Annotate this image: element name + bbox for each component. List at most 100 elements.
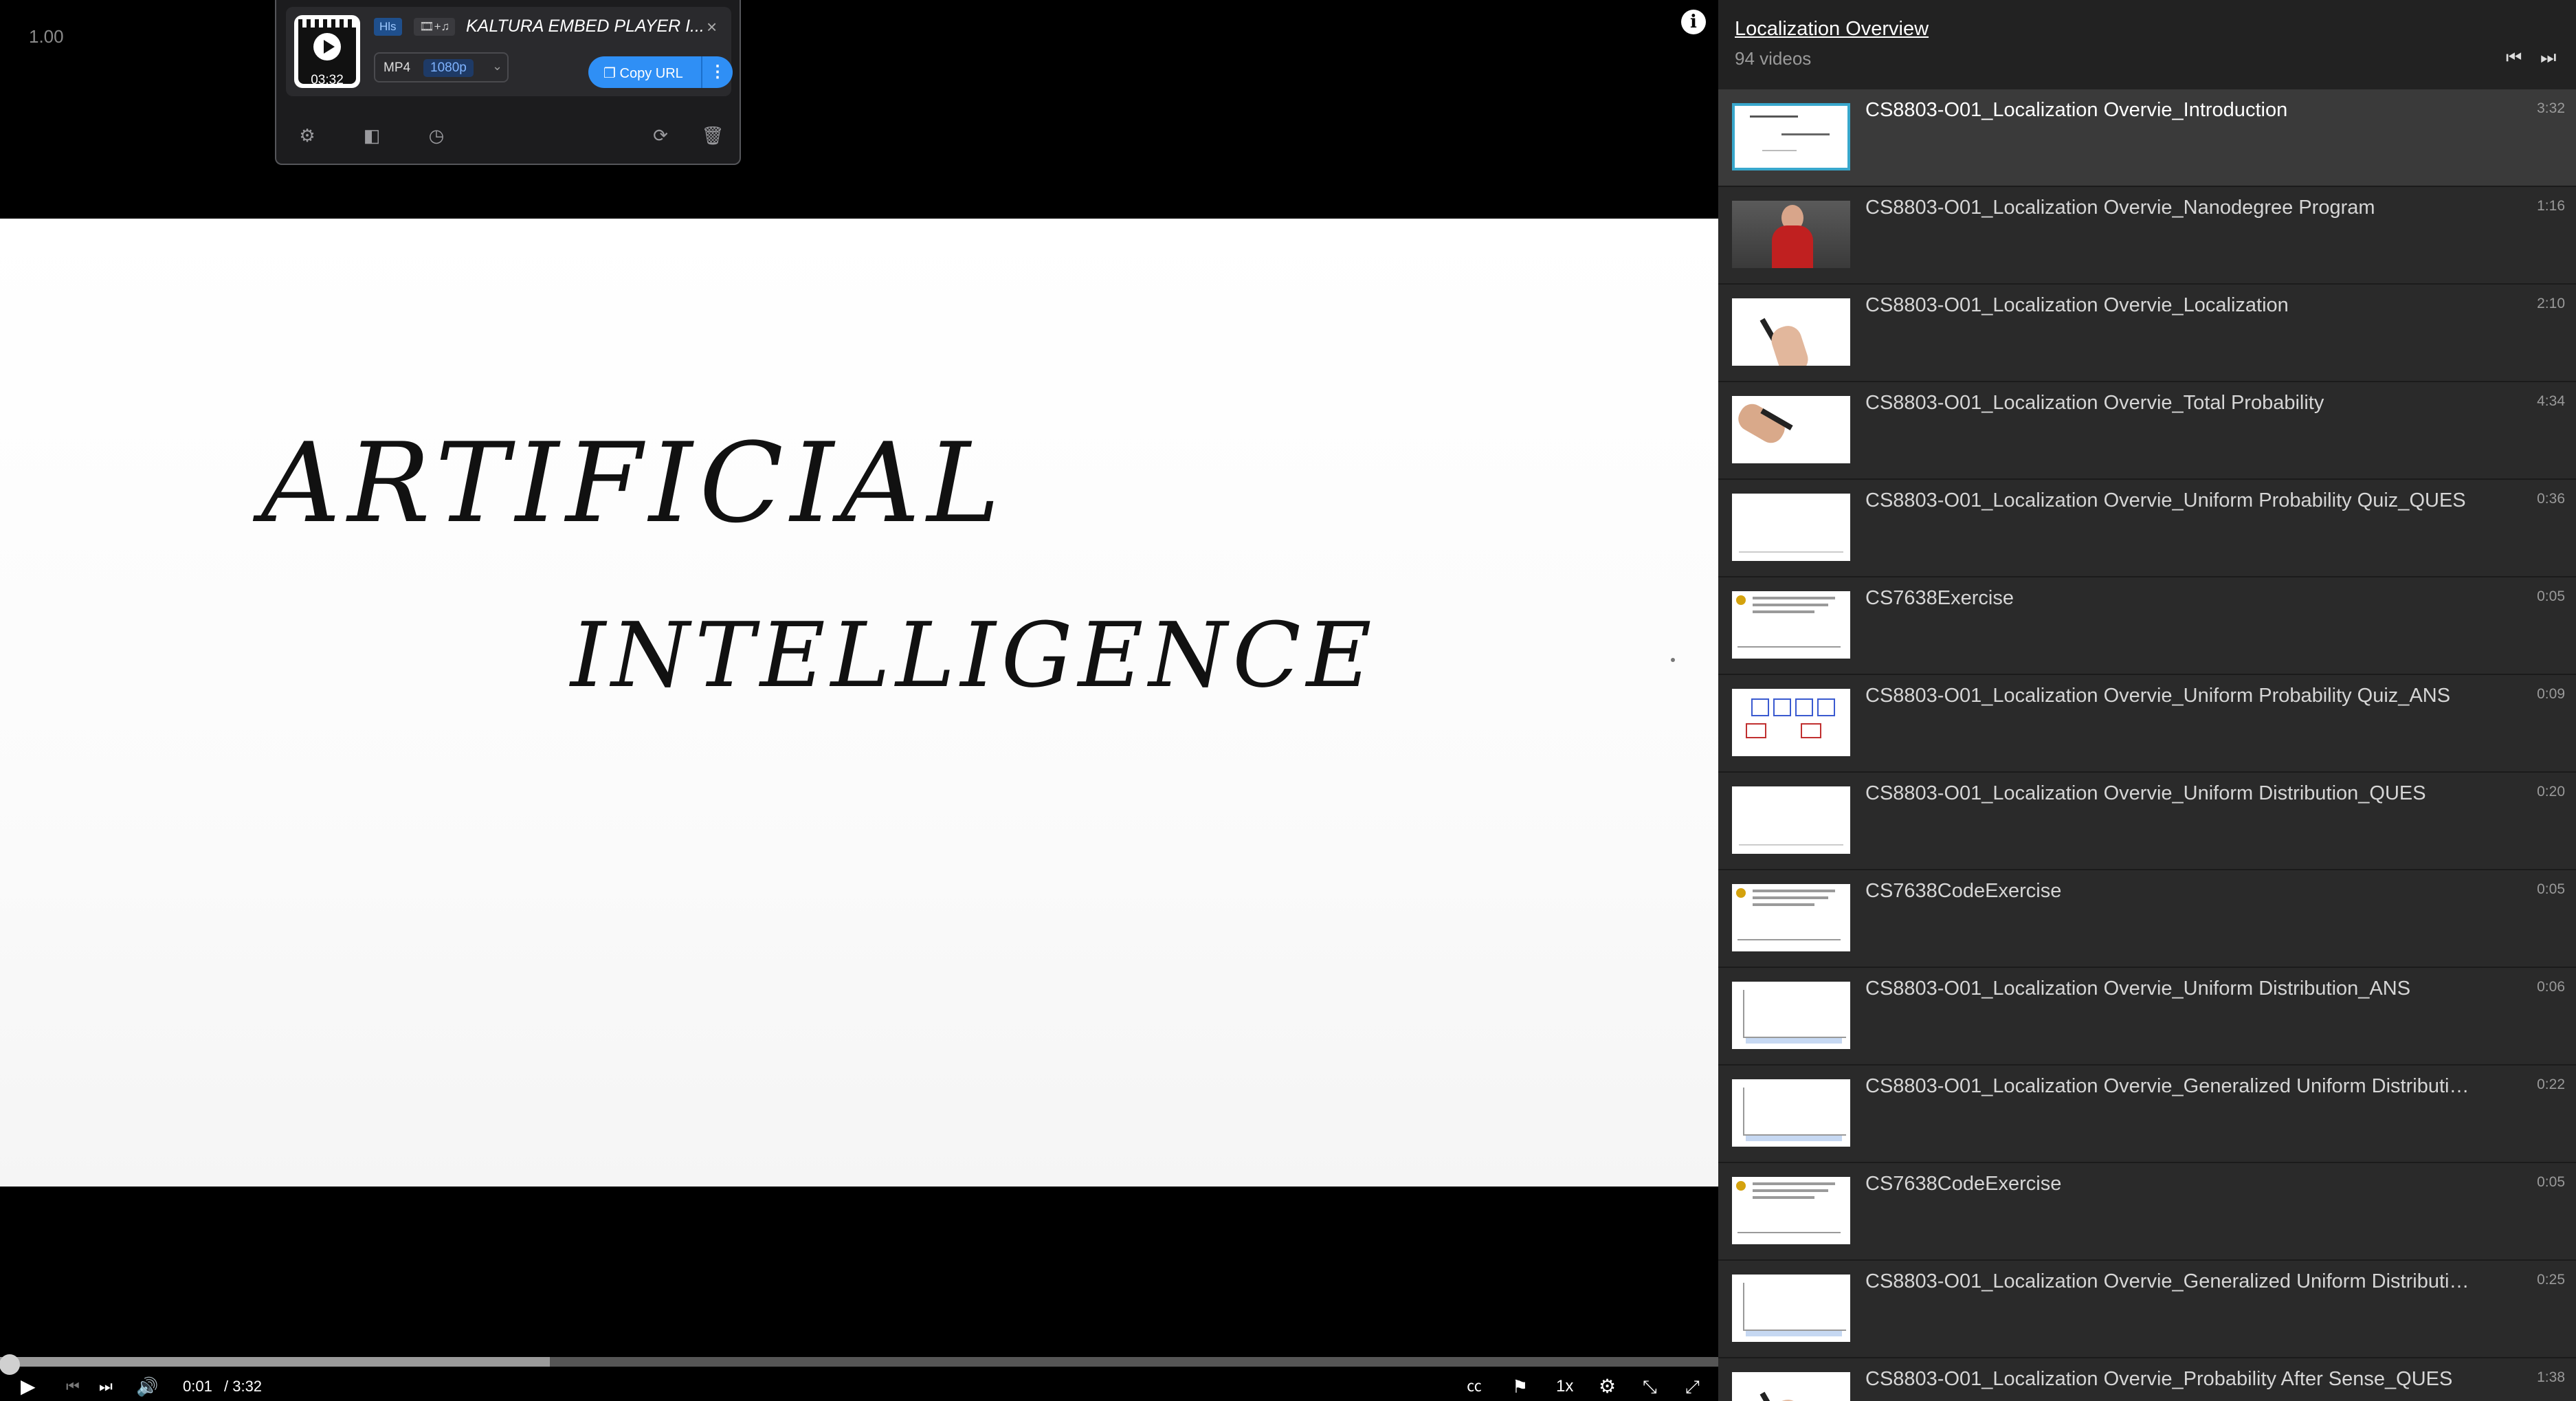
playlist-item-thumbnail bbox=[1732, 1177, 1850, 1244]
playlist-item-duration: 0:05 bbox=[2537, 881, 2565, 897]
playlist-item-title: CS8803-O01_Localization Overvie_Uniform … bbox=[1865, 782, 2426, 804]
playlist-item-thumbnail bbox=[1732, 982, 1850, 1049]
playlist-item-title: CS7638CodeExercise bbox=[1865, 880, 2062, 902]
speed-readout: 1.00 bbox=[29, 26, 64, 47]
playlist-item-thumbnail bbox=[1732, 1372, 1850, 1401]
player-controls: ▶ ⏮ ⏭ 🔊 0:01 / 3:32 ㏄ ⚑ 1x ⚙ ⤡ ⤢ bbox=[0, 1372, 1718, 1401]
playlist-item[interactable]: CS7638CodeExercise 0:05 bbox=[1718, 870, 2576, 968]
playlist-item-thumbnail bbox=[1732, 786, 1850, 854]
playlist-item-title: CS8803-O01_Localization Overvie_Localiza… bbox=[1865, 294, 2289, 316]
playlist-item-title: CS8803-O01_Localization Overvie_Uniform … bbox=[1865, 685, 2451, 707]
video-thumb-badge: 03:32 bbox=[294, 15, 360, 88]
playlist-item-title: CS8803-O01_Localization Overvie_Uniform … bbox=[1865, 489, 2466, 511]
playlist-item-duration: 1:16 bbox=[2537, 198, 2565, 214]
playlist-item-thumbnail bbox=[1732, 1275, 1850, 1342]
downloader-item: 03:32 Hls 🎞+♫ KALTURA EMBED PLAYER I... … bbox=[286, 7, 733, 96]
playlist-item[interactable]: CS8803-O01_Localization Overvie_Uniform … bbox=[1718, 480, 2576, 577]
copy-url-label: Copy URL bbox=[603, 65, 683, 82]
video-player[interactable]: 1.00 ARTIFICIAL INTELLIGENCE i 03:32 Hls… bbox=[0, 0, 1718, 1401]
playlist-item[interactable]: CS7638CodeExercise 0:05 bbox=[1718, 1163, 2576, 1261]
total-time: / 3:32 bbox=[224, 1378, 263, 1395]
next-icon[interactable]: ⏭ bbox=[2540, 47, 2556, 69]
resolution-badge: 1080p bbox=[423, 59, 474, 77]
flag-icon[interactable]: ⚑ bbox=[1512, 1372, 1528, 1401]
skip-back-icon[interactable]: ⏮ bbox=[66, 1372, 80, 1401]
av-badge: 🎞+♫ bbox=[414, 18, 456, 36]
playlist-item-duration: 2:10 bbox=[2537, 296, 2565, 311]
playlist-item[interactable]: CS7638Exercise 0:05 bbox=[1718, 577, 2576, 675]
playlist-item-duration: 0:36 bbox=[2537, 491, 2565, 507]
format-label: MP4 bbox=[384, 60, 411, 75]
playlist-item-thumbnail bbox=[1732, 396, 1850, 463]
playlist-item-duration: 0:06 bbox=[2537, 979, 2565, 995]
playlist-item-duration: 3:32 bbox=[2537, 100, 2565, 116]
playlist-item[interactable]: CS8803-O01_Localization Overvie_Generali… bbox=[1718, 1261, 2576, 1358]
playlist-title[interactable]: Localization Overview bbox=[1735, 18, 1929, 41]
playlist-item[interactable]: CS8803-O01_Localization Overvie_Uniform … bbox=[1718, 773, 2576, 870]
playlist-item-thumbnail bbox=[1732, 884, 1850, 951]
playlist-item[interactable]: CS8803-O01_Localization Overvie_Generali… bbox=[1718, 1066, 2576, 1163]
playlist-item-duration: 0:09 bbox=[2537, 686, 2565, 702]
playlist-item-title: CS8803-O01_Localization Overvie_Generali… bbox=[1865, 1270, 2470, 1292]
previous-icon[interactable]: ⏮ bbox=[2506, 47, 2522, 69]
video-frame[interactable]: ARTIFICIAL INTELLIGENCE bbox=[0, 219, 1718, 1187]
playlist-item[interactable]: CS8803-O01_Localization Overvie_Total Pr… bbox=[1718, 382, 2576, 480]
playlist-item-title: CS8803-O01_Localization Overvie_Nanodegr… bbox=[1865, 197, 2375, 219]
more-options-icon[interactable]: ⋮ bbox=[701, 56, 733, 88]
refresh-icon[interactable]: ⟳ bbox=[649, 124, 672, 147]
video-content: ARTIFICIAL INTELLIGENCE bbox=[252, 419, 1675, 707]
playlist-item-duration: 1:38 bbox=[2537, 1369, 2565, 1385]
playlist-item[interactable]: CS8803-O01_Localization Overvie_Uniform … bbox=[1718, 675, 2576, 773]
playlist-item-thumbnail bbox=[1732, 494, 1850, 561]
settings-icon[interactable]: ⚙ bbox=[1599, 1372, 1616, 1401]
playlist-count: 94 videos bbox=[1735, 48, 1812, 69]
trash-icon[interactable]: 🗑 bbox=[701, 124, 724, 147]
playlist-item-thumbnail bbox=[1732, 201, 1850, 268]
playlist-item-duration: 0:22 bbox=[2537, 1077, 2565, 1092]
playlist-item-duration: 0:05 bbox=[2537, 588, 2565, 604]
playlist-item-thumbnail bbox=[1732, 1079, 1850, 1147]
playlist-items: CS8803-O01_Localization Overvie_Introduc… bbox=[1718, 89, 2576, 1401]
close-icon[interactable]: × bbox=[707, 16, 717, 38]
copy-url-button[interactable]: Copy URL ⋮ bbox=[588, 56, 733, 88]
video-handwritten-line-1: ARTIFICIAL bbox=[252, 419, 1007, 547]
fullscreen-icon[interactable]: ⤢ bbox=[1685, 1372, 1700, 1401]
settings-icon[interactable]: ⚙ bbox=[296, 124, 319, 147]
downloader-title: KALTURA EMBED PLAYER I... bbox=[466, 16, 704, 36]
playlist-item-title: CS7638CodeExercise bbox=[1865, 1173, 2062, 1195]
playlist-item-thumbnail bbox=[1732, 591, 1850, 659]
playlist-item-duration: 0:05 bbox=[2537, 1174, 2565, 1190]
info-icon[interactable]: i bbox=[1681, 10, 1706, 34]
playlist-item[interactable]: CS8803-O01_Localization Overvie_Uniform … bbox=[1718, 968, 2576, 1066]
format-select[interactable]: MP4 1080p ⌄ bbox=[374, 52, 509, 82]
playlist-item-title: CS8803-O01_Localization Overvie_Total Pr… bbox=[1865, 392, 2324, 414]
volume-icon[interactable]: 🔊 bbox=[136, 1372, 158, 1401]
video-downloader-popup: 03:32 Hls 🎞+♫ KALTURA EMBED PLAYER I... … bbox=[275, 0, 741, 165]
playback-rate-button[interactable]: 1x bbox=[1556, 1372, 1573, 1401]
captions-icon[interactable]: ㏄ bbox=[1467, 1372, 1482, 1401]
playlist-item[interactable]: CS8803-O01_Localization Overvie_Nanodegr… bbox=[1718, 187, 2576, 285]
playlist-item-title: CS7638Exercise bbox=[1865, 587, 2014, 609]
play-circle-icon bbox=[313, 33, 341, 60]
playlist-item-thumbnail bbox=[1732, 103, 1850, 170]
playlist-item-thumbnail bbox=[1732, 298, 1850, 366]
playlist-panel: Localization Overview 94 videos ⏮ ⏭ CS88… bbox=[1718, 0, 2576, 1401]
expand-icon[interactable]: ⤡ bbox=[1643, 1372, 1657, 1401]
thumb-duration: 03:32 bbox=[311, 73, 344, 87]
history-icon[interactable]: ◷ bbox=[425, 124, 448, 147]
playlist-item[interactable]: CS8803-O01_Localization Overvie_Probabil… bbox=[1718, 1358, 2576, 1401]
sidebar-icon[interactable]: ◧ bbox=[360, 124, 384, 147]
chevron-down-icon: ⌄ bbox=[492, 59, 503, 73]
playlist-item-title: CS8803-O01_Localization Overvie_Uniform … bbox=[1865, 978, 2411, 1000]
video-handwritten-line-2: INTELLIGENCE bbox=[569, 603, 1377, 707]
playlist-item[interactable]: CS8803-O01_Localization Overvie_Introduc… bbox=[1718, 89, 2576, 187]
progress-bar[interactable] bbox=[0, 1357, 1718, 1367]
playlist-item-title: CS8803-O01_Localization Overvie_Generali… bbox=[1865, 1075, 2470, 1097]
buffered-bar bbox=[0, 1357, 550, 1367]
skip-forward-icon[interactable]: ⏭ bbox=[99, 1372, 113, 1401]
playlist-item[interactable]: CS8803-O01_Localization Overvie_Localiza… bbox=[1718, 285, 2576, 382]
current-time: 0:01 bbox=[183, 1378, 212, 1395]
playlist-item-duration: 0:20 bbox=[2537, 784, 2565, 799]
stream-type-badge: Hls bbox=[374, 18, 402, 36]
play-icon[interactable]: ▶ bbox=[21, 1372, 36, 1401]
